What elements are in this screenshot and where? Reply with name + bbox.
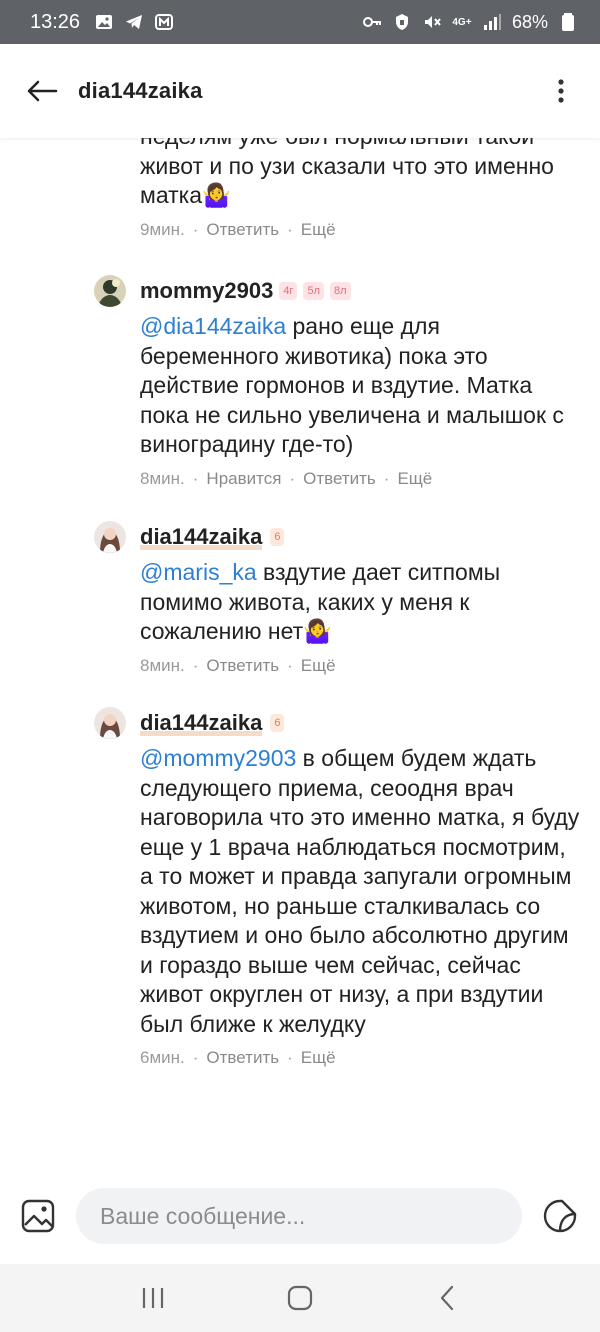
user-mention[interactable]: @mommy2903 (140, 745, 296, 771)
comment-meta: 6мин. · Ответить · Ещё (140, 1048, 336, 1068)
recents-button[interactable] (123, 1273, 183, 1323)
comment-meta: 8мин. · Нравится · Ответить · Ещё (140, 468, 433, 489)
comment-time: 6мин. (140, 1048, 185, 1067)
app-m-icon (154, 12, 174, 32)
comment-item: mommy2903 4г 5л 8л @dia144zaika рано еще… (0, 274, 600, 489)
more-button[interactable]: Ещё (301, 220, 336, 240)
comment-item: dia144zaika 6 @maris_ka вздутие дает сит… (0, 520, 600, 676)
home-icon (287, 1285, 313, 1311)
comment-author[interactable]: dia144zaika (140, 710, 262, 736)
telegram-icon (124, 12, 144, 32)
app-header: dia144zaika (0, 44, 600, 138)
comment-text: @dia144zaika рано еще для беременного жи… (140, 312, 584, 460)
comment-author[interactable]: mommy2903 (140, 278, 273, 304)
sticker-icon (543, 1199, 577, 1233)
more-button[interactable]: Ещё (301, 656, 336, 676)
like-button[interactable]: Нравится (206, 469, 281, 489)
user-badge: 4г (279, 282, 298, 300)
message-input[interactable] (76, 1188, 522, 1244)
chevron-left-icon (440, 1285, 453, 1311)
mute-icon (422, 12, 442, 32)
page-title: dia144zaika (78, 78, 203, 103)
arrow-left-icon (27, 80, 58, 102)
comment-time: 8мин. (140, 655, 185, 675)
image-icon (21, 1199, 55, 1233)
avatar[interactable] (94, 707, 126, 739)
comment-author[interactable]: dia144zaika (140, 524, 262, 550)
signal-bars-icon (482, 12, 502, 32)
attach-image-button[interactable] (20, 1198, 56, 1234)
message-composer (0, 1168, 600, 1264)
comment-message: в общем будем ждать следующего приема, с… (140, 745, 580, 1037)
comment-time: 8мин. (140, 468, 185, 488)
more-options-button[interactable] (546, 71, 576, 111)
more-vertical-icon (558, 79, 564, 103)
status-bar: 13:26 4G+ 68% (0, 0, 600, 44)
comment-meta: 9мин. · Ответить · Ещё (140, 219, 336, 240)
reply-button[interactable]: Ответить (303, 469, 376, 489)
comment-item: неделям уже был нормальный такой живот и… (0, 138, 600, 240)
user-mention[interactable]: @maris_ka (140, 559, 257, 585)
more-button[interactable]: Ещё (397, 469, 432, 489)
comment-item: dia144zaika 6 @mommy2903 в общем будем ж… (0, 706, 600, 1068)
system-nav-bar (0, 1264, 600, 1332)
comment-text: неделям уже был нормальный такой живот и… (140, 138, 554, 208)
status-time: 13:26 (30, 10, 81, 33)
user-badge: 8л (330, 282, 351, 300)
comment-time: 9мин. (140, 219, 185, 239)
comment-meta: 8мин. · Ответить · Ещё (140, 655, 336, 676)
user-mention[interactable]: @dia144zaika (140, 313, 286, 339)
comment-text: @maris_ka вздутие дает ситпомы помимо жи… (140, 558, 584, 647)
reply-button[interactable]: Ответить (206, 1048, 279, 1068)
key-icon (362, 12, 382, 32)
comment-text: @mommy2903 в общем будем ждать следующег… (140, 744, 584, 1039)
user-badge: 5л (303, 282, 324, 300)
system-back-button[interactable] (417, 1273, 477, 1323)
more-button[interactable]: Ещё (301, 1048, 336, 1068)
vpn-icon (392, 12, 412, 32)
home-button[interactable] (270, 1273, 330, 1323)
recents-icon (143, 1288, 164, 1308)
battery-icon (558, 12, 578, 32)
comments-list[interactable]: неделям уже был нормальный такой живот и… (0, 138, 600, 1170)
signal-4g-icon: 4G+ (452, 16, 472, 28)
gallery-icon (94, 12, 114, 32)
user-badge: 6 (270, 714, 285, 732)
avatar[interactable] (94, 521, 126, 553)
back-button[interactable] (24, 73, 60, 109)
battery-percent: 68% (511, 11, 548, 32)
user-badge: 6 (270, 528, 285, 546)
reply-button[interactable]: Ответить (206, 220, 279, 240)
sticker-button[interactable] (540, 1196, 580, 1236)
reply-button[interactable]: Ответить (206, 656, 279, 676)
avatar[interactable] (94, 275, 126, 307)
